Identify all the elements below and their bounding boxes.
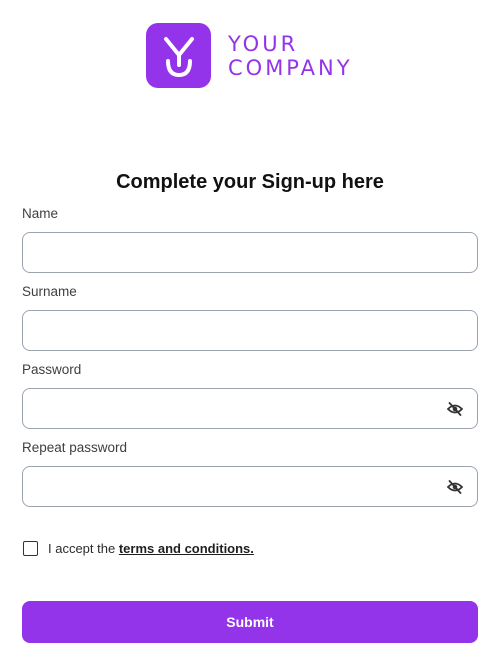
terms-checkbox[interactable] <box>23 541 38 556</box>
name-label: Name <box>22 206 59 221</box>
name-input[interactable] <box>22 232 478 273</box>
repeat-password-label: Repeat password <box>22 440 128 455</box>
terms-row: I accept the terms and conditions. <box>23 541 254 556</box>
logo-line-1: YOUR <box>228 31 299 56</box>
password-label: Password <box>22 362 82 377</box>
repeat-password-input[interactable] <box>22 466 478 507</box>
signup-page: YOUR COMPANY Complete your Sign-up here … <box>0 0 500 670</box>
logo-y-mark-icon <box>146 23 211 88</box>
surname-label: Surname <box>22 284 77 299</box>
terms-text: I accept the terms and conditions. <box>48 541 254 556</box>
terms-link[interactable]: terms and conditions. <box>119 541 254 556</box>
company-logo: YOUR COMPANY <box>146 23 353 88</box>
logo-wordmark: YOUR COMPANY <box>228 32 353 80</box>
submit-button[interactable]: Submit <box>22 601 478 643</box>
eye-off-icon[interactable] <box>446 400 464 418</box>
page-title: Complete your Sign-up here <box>116 171 384 193</box>
logo-line-2: COMPANY <box>228 55 353 80</box>
terms-prefix: I accept the <box>48 541 119 556</box>
eye-off-icon[interactable] <box>446 478 464 496</box>
password-input[interactable] <box>22 388 478 429</box>
surname-input[interactable] <box>22 310 478 351</box>
